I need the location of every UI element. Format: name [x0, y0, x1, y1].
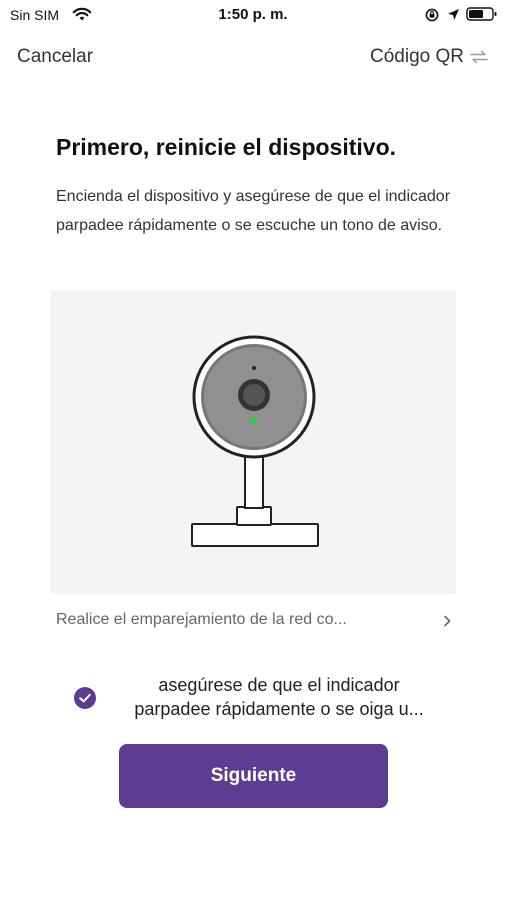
orientation-lock-icon	[425, 8, 439, 22]
cancel-button[interactable]: Cancelar	[17, 46, 93, 68]
location-arrow-icon	[448, 9, 459, 20]
confirm-label-line-1: asegúrese de que el indicador	[158, 675, 400, 695]
security-camera-icon	[191, 335, 319, 547]
device-illustration	[50, 290, 456, 594]
swap-arrows-icon	[470, 50, 488, 64]
qr-code-button[interactable]: Código QR	[370, 46, 488, 68]
pairing-mode-link[interactable]: Realice el emparejamiento de la red co..…	[56, 608, 456, 634]
confirm-indicator-checkbox[interactable]: asegúrese de que el indicador parpadee r…	[74, 673, 454, 729]
page-description: Encienda el dispositivo y asegúrese de q…	[56, 188, 451, 234]
qr-code-label: Código QR	[370, 46, 464, 67]
checked-circle-icon[interactable]	[74, 687, 96, 709]
pairing-link-label: Realice el emparejamiento de la red co..…	[56, 611, 347, 628]
nav-bar: Cancelar Código QR	[0, 30, 506, 86]
confirm-label-line-2: parpadee rápidamente o se oiga u...	[134, 699, 424, 719]
page-title: Primero, reinicie el dispositivo.	[56, 134, 397, 160]
confirm-indicator-label: asegúrese de que el indicador parpadee r…	[104, 673, 454, 721]
chevron-right-icon	[444, 615, 451, 627]
next-button[interactable]: Siguiente	[119, 744, 388, 808]
battery-icon	[466, 7, 497, 21]
status-bar: Sin SIM 1:50 p. m.	[0, 0, 506, 30]
